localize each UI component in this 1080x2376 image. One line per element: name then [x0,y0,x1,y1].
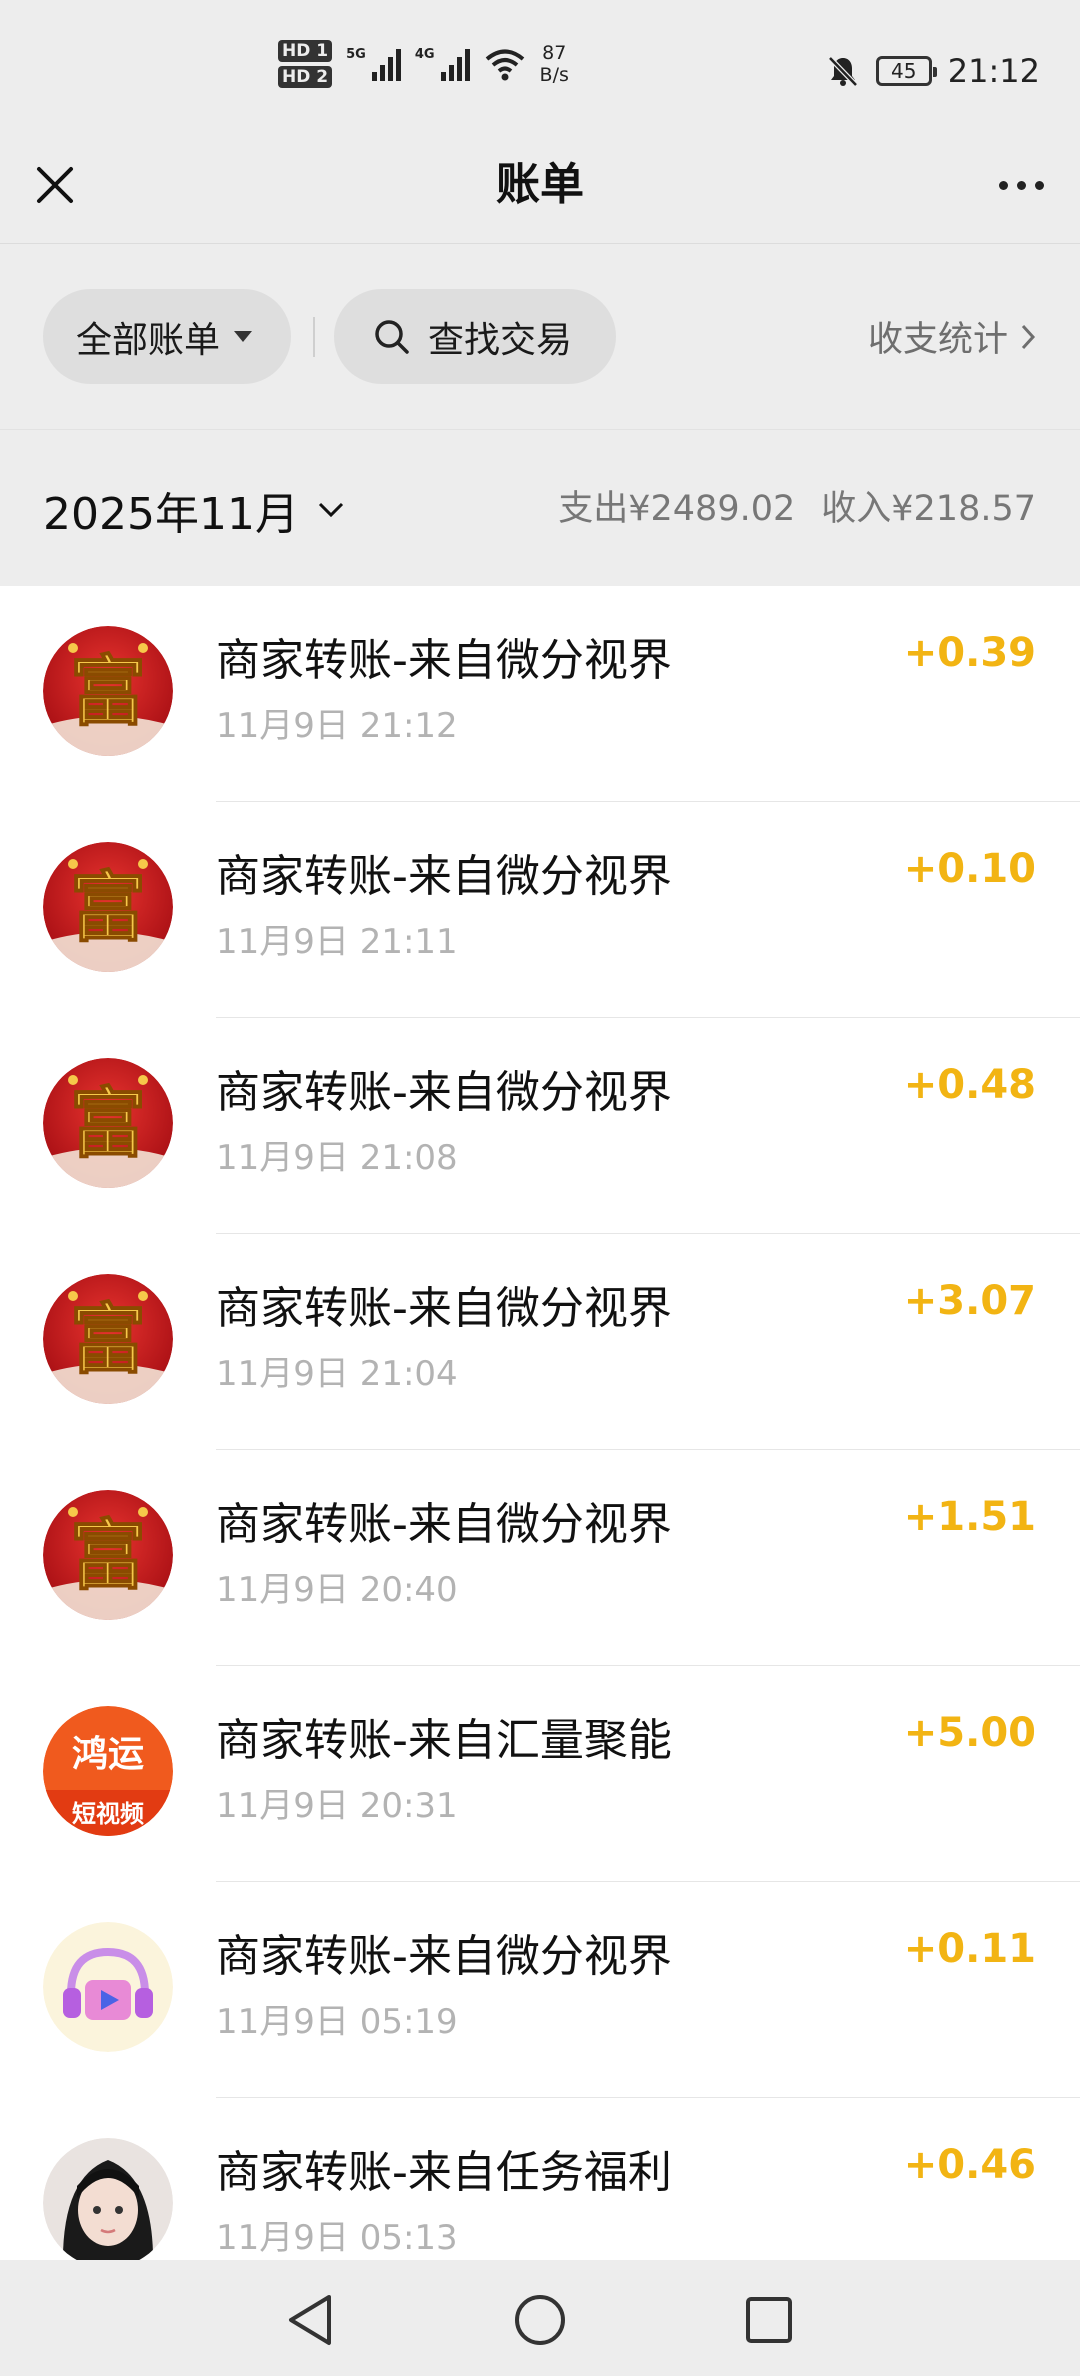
home-button[interactable] [510,2290,570,2350]
transaction-row[interactable]: 鸿运 短视频 商家转账-来自汇量聚能 11月9日 20:31 +5.00 [0,1666,1080,1882]
all-bills-dropdown[interactable]: 全部账单 [43,289,291,384]
fu-icon: 富 [43,1274,173,1404]
more-dot-icon [1034,180,1044,190]
svg-text:富: 富 [70,1295,146,1384]
status-bar: HD 1 HD 2 5G 4G 87 B/s 45 21:12 [0,0,1080,140]
back-triangle-icon [289,2295,331,2345]
more-dot-icon [998,180,1008,190]
transaction-title: 商家转账-来自微分视界 [216,1931,672,1982]
stats-link[interactable]: 收支统计 [868,311,1036,362]
svg-text:富: 富 [70,1511,146,1600]
battery-level: 45 [891,59,917,83]
svg-text:富: 富 [70,1079,146,1168]
fu-icon: 富 [43,626,173,756]
transaction-amount: +0.10 [903,846,1036,892]
sim2-label: HD 2 [278,66,333,88]
transaction-amount: +0.39 [903,630,1036,676]
month-totals: 支出¥2489.02 收入¥218.57 [558,480,1036,531]
system-nav-bar [0,2260,1080,2376]
transaction-time: 11月9日 21:11 [216,922,458,962]
divider [313,317,315,357]
search-label: 查找交易 [428,319,573,361]
chevron-right-icon [1021,324,1036,349]
transaction-title: 商家转账-来自微分视界 [216,851,672,902]
transaction-row[interactable]: 富 商家转账-来自微分视界 11月9日 20:40 +1.51 [0,1450,1080,1666]
transaction-title: 商家转账-来自微分视界 [216,1067,672,1118]
transaction-row[interactable]: 富 商家转账-来自微分视界 11月9日 21:08 +0.48 [0,1018,1080,1234]
fu-icon: 富 [43,842,173,972]
girl-avatar-icon [43,2138,173,2260]
recents-square-icon [746,2297,792,2343]
svg-text:富: 富 [70,647,146,736]
headphone-video-icon [43,1922,173,2052]
transaction-amount: +3.07 [903,1278,1036,1324]
nav-bar: 账单 [0,140,1080,244]
income-total: 收入¥218.57 [821,489,1036,529]
filter-row: 全部账单 查找交易 收支统计 [0,244,1080,429]
sim-indicators: HD 1 HD 2 [278,40,333,88]
transaction-amount: +0.46 [903,2142,1036,2188]
hongyun-icon: 鸿运 短视频 [43,1706,173,1836]
svg-text:富: 富 [70,863,146,952]
caret-down-icon [234,331,253,342]
transaction-title: 商家转账-来自微分视界 [216,1283,672,1334]
more-dot-icon [1016,180,1026,190]
clock: 21:12 [947,52,1040,90]
signal-4g-icon: 4G [415,47,470,81]
search-icon [375,319,409,354]
transaction-row[interactable]: 富 商家转账-来自微分视界 11月9日 21:11 +0.10 [0,802,1080,1018]
transaction-time: 11月9日 20:31 [216,1786,458,1826]
signal-5g-icon: 5G [346,47,401,81]
transaction-list: 富商家转账-来自微分视界 11月9日 21:12 +0.39 富商家转账-来自微分视界… [0,586,1080,2260]
transaction-time: 11月9日 21:12 [216,706,458,746]
net2-label: 4G [414,47,435,62]
transaction-amount: +0.11 [903,1926,1036,1972]
speed-value: 87 [542,42,567,64]
transaction-title: 商家转账-来自任务福利 [216,2147,672,2198]
transaction-time: 11月9日 21:08 [216,1138,458,1178]
stats-label: 收支统计 [867,320,1008,360]
month-summary: 2025年11月 支出¥2489.02 收入¥218.57 [0,429,1080,586]
page-title: 账单 [496,159,584,210]
back-button[interactable] [280,2290,340,2350]
fu-icon: 富 [43,1058,173,1188]
transaction-title: 商家转账-来自汇量聚能 [216,1715,672,1766]
transaction-title: 商家转账-来自微分视界 [216,1499,672,1550]
bell-muted-icon [827,56,858,87]
month-label: 2025年11月 [43,489,299,540]
transaction-time: 11月9日 20:40 [216,1570,458,1610]
expense-total: 支出¥2489.02 [558,489,796,529]
transaction-row[interactable]: 富 商家转账-来自微分视界 11月9日 21:12 +0.39 [0,586,1080,802]
recents-button[interactable] [739,2290,799,2350]
transaction-row[interactable]: 富 商家转账-来自微分视界 11月9日 21:04 +3.07 [0,1234,1080,1450]
transaction-time: 11月9日 05:19 [216,2002,458,2042]
svg-text:鸿运: 鸿运 [72,1734,144,1775]
transaction-time: 11月9日 05:13 [216,2218,458,2258]
speed-unit: B/s [539,64,569,86]
net1-label: 5G [346,47,366,62]
sim1-label: HD 1 [278,40,333,62]
battery-icon: 45 [875,56,937,86]
all-bills-label: 全部账单 [76,319,221,361]
transaction-amount: +1.51 [903,1494,1036,1540]
month-selector[interactable]: 2025年11月 [43,478,345,542]
fu-icon: 富 [43,1490,173,1620]
transaction-title: 商家转账-来自微分视界 [216,635,672,686]
net-speed: 87 B/s [540,42,569,86]
transaction-amount: +5.00 [903,1710,1036,1756]
wifi-icon [485,49,524,81]
transaction-row[interactable]: 商家转账-来自微分视界 11月9日 05:19 +0.11 [0,1882,1080,2098]
home-circle-icon [515,2295,565,2345]
transaction-amount: +0.48 [903,1062,1036,1108]
more-button[interactable] [986,154,1056,216]
svg-text:短视频: 短视频 [72,1800,144,1828]
transaction-time: 11月9日 21:04 [216,1354,458,1394]
transaction-row[interactable]: 商家转账-来自任务福利 11月9日 05:13 +0.46 [0,2098,1080,2260]
search-transactions-button[interactable]: 查找交易 [334,289,616,384]
chevron-down-icon [318,502,344,518]
